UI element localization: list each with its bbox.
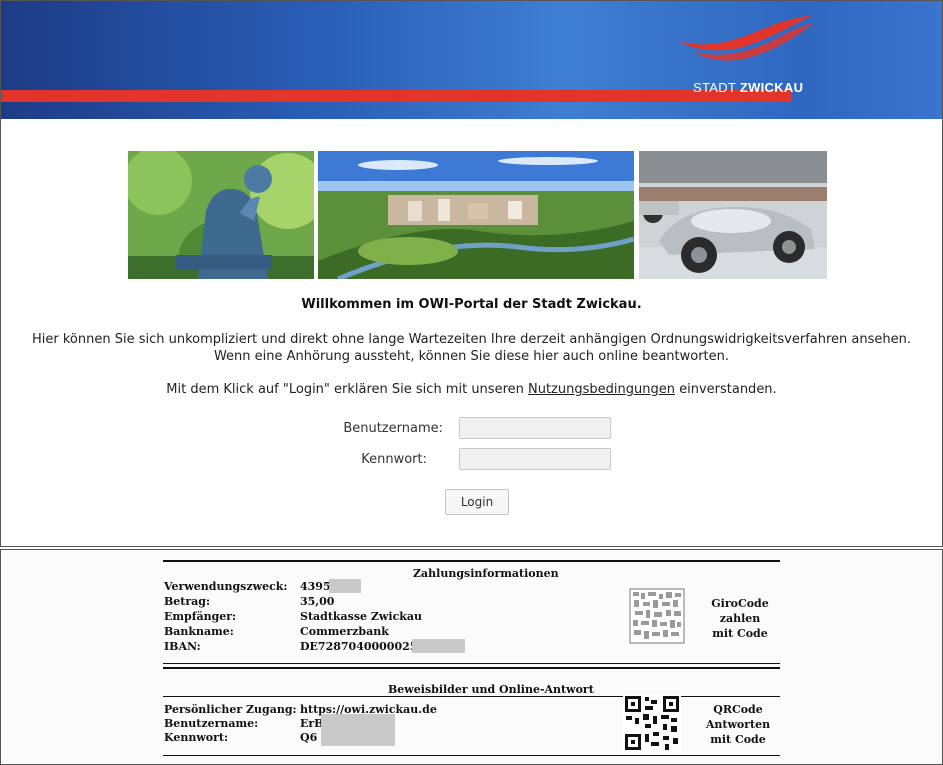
payment-key-amount: Betrag: bbox=[164, 595, 211, 608]
owi-portal-login-screen: STADT ZWICKAU Willkommen im OWI-Portal d… bbox=[0, 0, 943, 547]
payment-value-amount: 35,00 bbox=[300, 595, 335, 608]
payment-value-recipient: Stadtkasse Zwickau bbox=[300, 610, 423, 623]
section-rule bbox=[163, 667, 780, 669]
access-key-username: Benutzername: bbox=[164, 717, 259, 730]
stadt-zwickau-logo[interactable]: STADT ZWICKAU bbox=[673, 11, 823, 101]
race-car-photo bbox=[639, 151, 827, 279]
intro-line-1: Hier können Sie sich unkompliziert und d… bbox=[32, 332, 911, 347]
logo-text-bold: ZWICKAU bbox=[739, 80, 804, 95]
payment-key-bank: Bankname: bbox=[164, 625, 234, 638]
intro-text: Hier können Sie sich unkompliziert und d… bbox=[1, 331, 942, 365]
qrcode-caption-line: mit Code bbox=[710, 733, 766, 746]
payment-key-reference: Verwendungszweck: bbox=[164, 580, 288, 593]
girocode-caption: GiroCode zahlen mit Code bbox=[705, 596, 775, 641]
redaction-bar bbox=[412, 639, 465, 653]
access-value-password: Q6 bbox=[300, 731, 318, 744]
evidence-section-title: Beweisbilder und Online-Antwort bbox=[388, 683, 594, 696]
bottom-rule bbox=[163, 755, 780, 756]
intro-line-2: Wenn eine Anhörung aussteht, können Sie … bbox=[213, 349, 730, 364]
payment-key-iban: IBAN: bbox=[164, 640, 201, 653]
welcome-heading: Willkommen im OWI-Portal der Stadt Zwick… bbox=[301, 297, 642, 312]
payment-value-bank: Commerzbank bbox=[300, 625, 389, 638]
payment-key-recipient: Empfänger: bbox=[164, 610, 237, 623]
payment-value-iban: DE72870400000255 bbox=[300, 640, 426, 653]
username-label: Benutzername: bbox=[343, 421, 443, 436]
access-key-url: Persönlicher Zugang: bbox=[164, 703, 297, 716]
logo-text: STADT ZWICKAU bbox=[693, 80, 803, 95]
section-rule bbox=[163, 663, 780, 664]
terms-notice: Mit dem Klick auf "Login" erklären Sie s… bbox=[1, 382, 942, 397]
response-qr-icon bbox=[623, 694, 681, 752]
username-input[interactable] bbox=[459, 417, 611, 439]
girocode-caption-line: GiroCode bbox=[711, 597, 769, 610]
logo-text-light: STADT bbox=[693, 80, 740, 95]
password-label: Kennwort: bbox=[361, 452, 427, 467]
qrcode-caption-line: Antworten bbox=[705, 718, 771, 731]
redaction-bar bbox=[321, 714, 395, 746]
city-aerial-photo bbox=[318, 151, 634, 279]
login-button[interactable]: Login bbox=[445, 489, 509, 515]
terms-of-use-link[interactable]: Nutzungsbedingungen bbox=[528, 382, 675, 397]
payment-info-title: Zahlungsinformationen bbox=[413, 567, 559, 580]
redaction-bar bbox=[329, 579, 361, 593]
qrcode-caption: QRCode Antworten mit Code bbox=[703, 702, 773, 747]
girocode-qr-icon bbox=[629, 588, 685, 644]
notice-letter-scan: Zahlungsinformationen Verwendungszweck: … bbox=[0, 549, 943, 765]
girocode-caption-line: zahlen bbox=[719, 612, 761, 625]
password-input[interactable] bbox=[459, 448, 611, 470]
section-rule bbox=[163, 696, 780, 697]
terms-text-before: Mit dem Klick auf "Login" erklären Sie s… bbox=[166, 382, 528, 397]
statue-photo bbox=[128, 151, 314, 279]
access-value-username: ErB bbox=[300, 717, 324, 730]
girocode-caption-line: mit Code bbox=[712, 627, 768, 640]
zwickau-wave-icon bbox=[679, 15, 813, 61]
top-rule bbox=[163, 560, 780, 562]
terms-text-after: einverstanden. bbox=[674, 382, 777, 397]
qrcode-caption-line: QRCode bbox=[713, 703, 763, 716]
payment-value-reference: 4395 bbox=[300, 580, 331, 593]
access-key-password: Kennwort: bbox=[164, 731, 229, 744]
